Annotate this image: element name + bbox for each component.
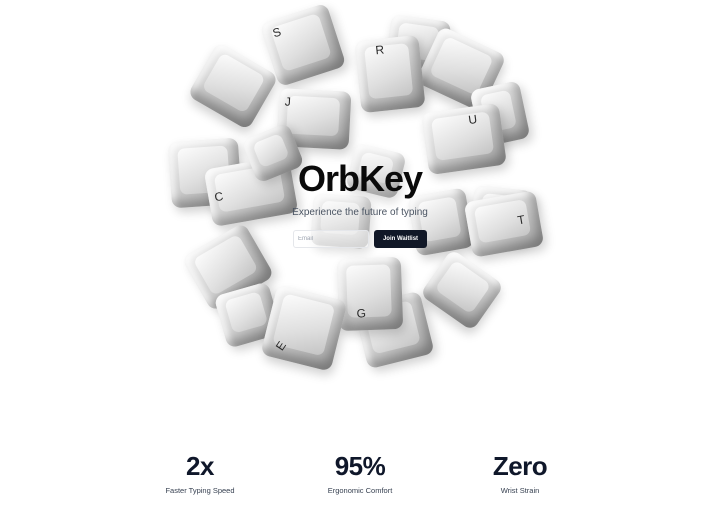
keycap-glyph: R — [374, 42, 385, 58]
keycap-glyph: G — [356, 306, 367, 321]
hero-section: S R J U C T G E OrbKey Experience the fu… — [0, 0, 720, 400]
stat-value: 2x — [186, 451, 214, 481]
page-title: OrbKey — [297, 158, 423, 199]
keycap-r: R — [354, 34, 426, 114]
keycap-e: E — [260, 284, 348, 372]
stat-label: Faster Typing Speed — [165, 486, 235, 495]
stat-value: 95% — [334, 451, 386, 481]
stat-label: Wrist Strain — [500, 486, 540, 495]
keycap-glyph: S — [270, 24, 283, 41]
keycap-glyph: U — [467, 112, 478, 128]
hero-tagline: Experience the future of typing — [292, 207, 428, 218]
keycap-glyph: J — [284, 94, 292, 109]
waitlist-form: Join Waitlist — [293, 230, 427, 248]
keycap-t: T — [463, 190, 545, 258]
stats-row: 2x Faster Typing Speed 95% Ergonomic Com… — [0, 450, 720, 500]
keycap-glyph: E — [272, 338, 290, 354]
keycap-g: G — [336, 256, 404, 332]
stat-typing-speed: 2x Faster Typing Speed — [120, 450, 280, 495]
join-waitlist-button[interactable]: Join Waitlist — [374, 230, 427, 248]
keycap — [187, 41, 279, 131]
stat-wrist-strain: Zero Wrist Strain — [440, 450, 600, 495]
email-input[interactable] — [293, 230, 369, 248]
stat-ergonomic-comfort: 95% Ergonomic Comfort — [280, 450, 440, 495]
stat-label: Ergonomic Comfort — [327, 486, 393, 495]
keycap — [419, 248, 505, 332]
stat-value: Zero — [492, 451, 548, 481]
